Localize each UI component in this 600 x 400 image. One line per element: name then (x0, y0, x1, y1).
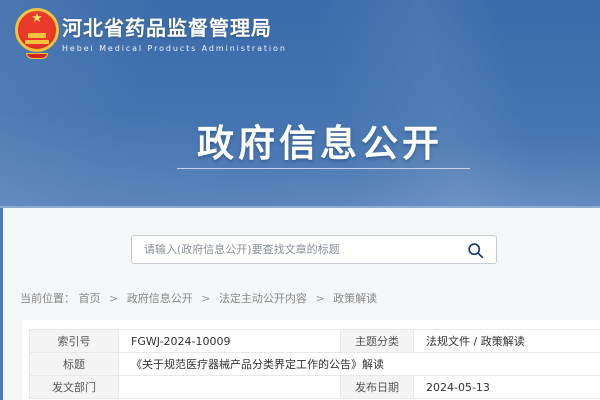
breadcrumb-item-gov-info[interactable]: 政府信息公开 (127, 292, 193, 305)
table-row: 标题 《关于规范医疗器械产品分类界定工作的公告》解读 (30, 353, 600, 376)
search-box (131, 235, 497, 264)
search-icon[interactable] (467, 242, 484, 259)
breadcrumb-label: 当前位置： (20, 292, 75, 305)
breadcrumb-separator: > (201, 292, 210, 305)
page-title-underline (177, 168, 470, 169)
title-label: 标题 (30, 353, 119, 376)
page: ★ 河北省药品监督管理局 Hebei Medical Products Admi… (0, 0, 600, 400)
breadcrumb-separator: > (315, 292, 324, 305)
table-row: 发文部门 发布日期 2024-05-13 (30, 376, 600, 399)
national-emblem-icon: ★ (14, 7, 60, 61)
emblem-ribbon (26, 53, 48, 59)
org-name-en: Hebei Medical Products Administration (62, 44, 287, 53)
table-row: 索引号 FGWJ-2024-10009 主题分类 法规文件 / 政策解读 (30, 330, 600, 353)
breadcrumb-item-disclosure-content[interactable]: 法定主动公开内容 (219, 292, 307, 305)
search-input[interactable] (132, 236, 496, 263)
index-number-value: FGWJ-2024-10009 (119, 330, 341, 353)
document-meta-card: 索引号 FGWJ-2024-10009 主题分类 法规文件 / 政策解读 标题 … (22, 320, 600, 400)
breadcrumb-item-current: 政策解读 (333, 292, 377, 305)
breadcrumb: 当前位置： 首页 > 政府信息公开 > 法定主动公开内容 > 政策解读 (20, 290, 377, 306)
issuing-department-value (119, 376, 341, 399)
index-number-label: 索引号 (30, 330, 119, 353)
emblem-star-icon: ★ (14, 12, 60, 25)
emblem-gate-icon (28, 33, 46, 38)
site-logo-text[interactable]: 河北省药品监督管理局 Hebei Medical Products Admini… (62, 15, 287, 53)
emblem-gate-base (25, 40, 49, 44)
breadcrumb-item-home[interactable]: 首页 (79, 292, 101, 305)
breadcrumb-separator: > (109, 292, 118, 305)
site-banner: ★ 河北省药品监督管理局 Hebei Medical Products Admi… (0, 0, 600, 208)
org-name-cn: 河北省药品监督管理局 (62, 15, 287, 41)
issuing-department-label: 发文部门 (30, 376, 119, 399)
topic-category-label: 主题分类 (341, 330, 414, 353)
publish-date-value: 2024-05-13 (414, 376, 600, 399)
document-meta-table: 索引号 FGWJ-2024-10009 主题分类 法规文件 / 政策解读 标题 … (29, 329, 600, 399)
publish-date-label: 发布日期 (341, 376, 414, 399)
page-title: 政府信息公开 (40, 113, 600, 167)
topic-category-value: 法规文件 / 政策解读 (414, 330, 600, 353)
title-value: 《关于规范医疗器械产品分类界定工作的公告》解读 (119, 353, 600, 376)
